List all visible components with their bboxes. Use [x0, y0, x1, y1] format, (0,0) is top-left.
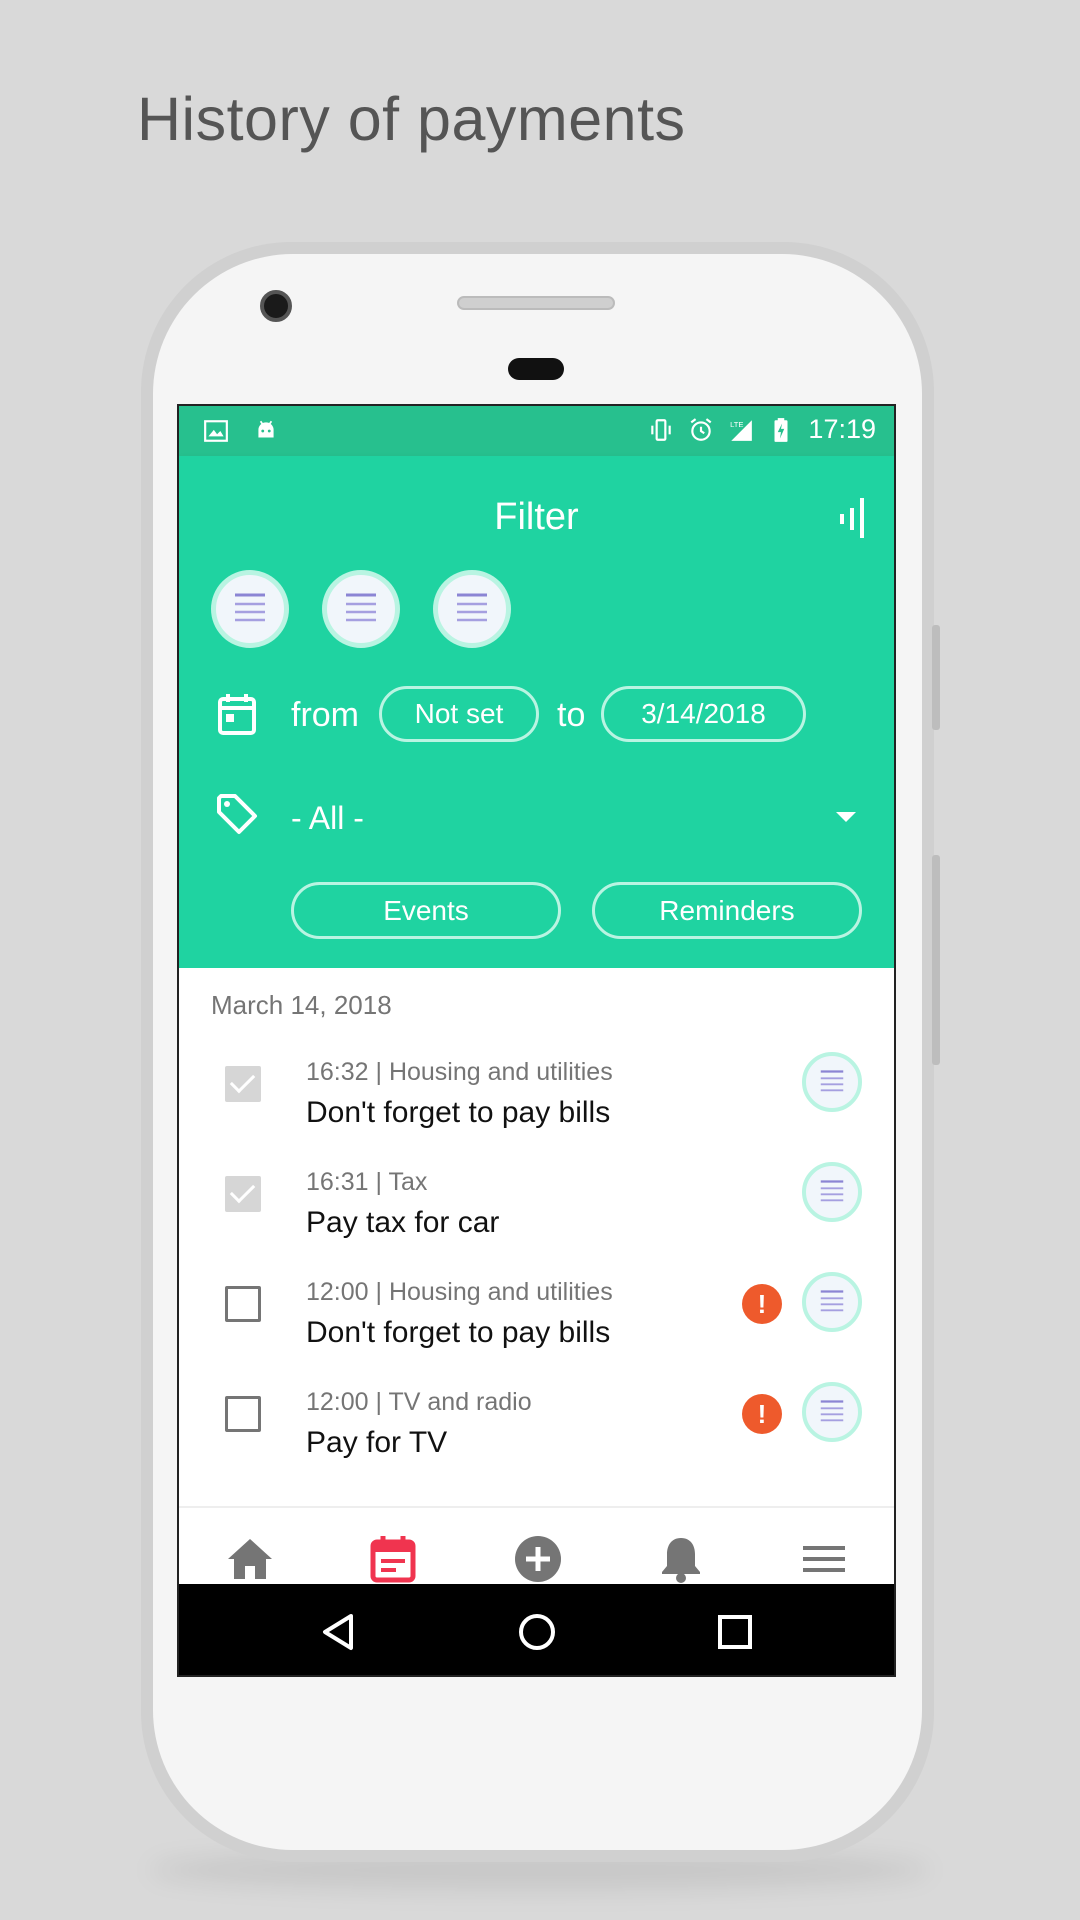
calendar-icon[interactable] — [368, 1534, 418, 1584]
list-item[interactable]: 16:32 | Housing and utilities Don't forg… — [179, 1048, 894, 1158]
category-value: - All - — [291, 800, 364, 836]
home-circle-icon[interactable] — [517, 1612, 557, 1652]
category-filter-2[interactable] — [322, 570, 400, 648]
earpiece-speaker — [457, 296, 615, 310]
alarm-icon — [691, 417, 712, 441]
front-camera — [260, 290, 292, 322]
add-icon[interactable] — [513, 1534, 563, 1584]
item-title: Don't forget to pay bills — [306, 1096, 611, 1129]
reminders-button[interactable]: Reminders — [592, 882, 862, 939]
calendar-icon — [218, 694, 256, 735]
volume-button — [932, 625, 940, 730]
overdue-alert-icon: ! — [742, 1394, 782, 1434]
date-heading: March 14, 2018 — [211, 990, 392, 1020]
menu-icon[interactable] — [799, 1534, 849, 1584]
lte-signal-icon: LTE — [731, 419, 753, 441]
item-category-badge — [802, 1052, 862, 1112]
overdue-alert-icon: ! — [742, 1284, 782, 1324]
item-category-badge — [802, 1382, 862, 1442]
promo-title: History of payments — [137, 85, 686, 153]
events-button[interactable]: Events — [291, 882, 561, 939]
document-icon — [235, 593, 265, 622]
from-label: from — [291, 696, 359, 734]
item-category-badge — [802, 1272, 862, 1332]
filter-title: Filter — [494, 496, 579, 538]
document-icon — [346, 593, 376, 622]
done-checkbox[interactable] — [225, 1176, 261, 1212]
item-title: Pay tax for car — [306, 1206, 500, 1239]
document-icon — [820, 1400, 844, 1422]
list-item[interactable]: 16:31 | Tax Pay tax for car — [179, 1158, 894, 1268]
battery-charging-icon — [774, 417, 788, 442]
done-checkbox[interactable] — [225, 1066, 261, 1102]
home-icon[interactable] — [225, 1534, 275, 1584]
item-category-badge — [802, 1162, 862, 1222]
category-filter-3[interactable] — [433, 570, 511, 648]
proximity-sensor — [508, 358, 564, 380]
item-title: Pay for TV — [306, 1426, 448, 1459]
item-meta: 16:32 | Housing and utilities — [306, 1058, 613, 1086]
document-icon — [820, 1180, 844, 1202]
item-title: Don't forget to pay bills — [306, 1316, 611, 1349]
chart-toggle-icon[interactable] — [838, 498, 868, 538]
done-checkbox[interactable] — [225, 1396, 261, 1432]
type-toggle-row: Events Reminders — [179, 882, 894, 942]
to-label: to — [557, 696, 586, 734]
document-icon — [457, 593, 487, 622]
vibrate-icon — [651, 418, 672, 441]
list-item[interactable]: 12:00 | TV and radio Pay for TV ! — [179, 1378, 894, 1488]
recents-icon[interactable] — [715, 1612, 755, 1652]
filter-panel: Filter from Not set to 3/14/2018 - All -… — [179, 456, 894, 968]
document-icon — [820, 1290, 844, 1312]
item-meta: 16:31 | Tax — [306, 1168, 428, 1196]
status-bar: LTE 17:19 — [179, 406, 894, 456]
android-notification-icon — [258, 420, 274, 438]
app-screen: LTE 17:19 Filter from Not set to 3/14/20… — [177, 404, 896, 1677]
payment-list: March 14, 2018 16:32 | Housing and utili… — [179, 968, 894, 1510]
status-time: 17:19 — [808, 414, 876, 444]
dropdown-arrow-icon — [836, 812, 856, 822]
power-button — [932, 855, 940, 1065]
svg-text:LTE: LTE — [731, 419, 744, 428]
done-checkbox[interactable] — [225, 1286, 261, 1322]
document-icon — [820, 1070, 844, 1092]
category-selector[interactable]: - All - — [179, 786, 894, 846]
tag-icon — [217, 794, 257, 834]
date-range-row: from Not set to 3/14/2018 — [179, 686, 894, 746]
to-date-picker[interactable]: 3/14/2018 — [601, 686, 806, 742]
item-meta: 12:00 | Housing and utilities — [306, 1278, 613, 1306]
category-filter-1[interactable] — [211, 570, 289, 648]
item-meta: 12:00 | TV and radio — [306, 1388, 532, 1416]
list-item[interactable]: 12:00 | Housing and utilities Don't forg… — [179, 1268, 894, 1378]
back-icon[interactable] — [319, 1612, 359, 1652]
system-navigation-bar — [179, 1584, 894, 1675]
image-notification-icon — [204, 420, 228, 442]
from-date-picker[interactable]: Not set — [379, 686, 539, 742]
bell-icon[interactable] — [656, 1534, 706, 1584]
